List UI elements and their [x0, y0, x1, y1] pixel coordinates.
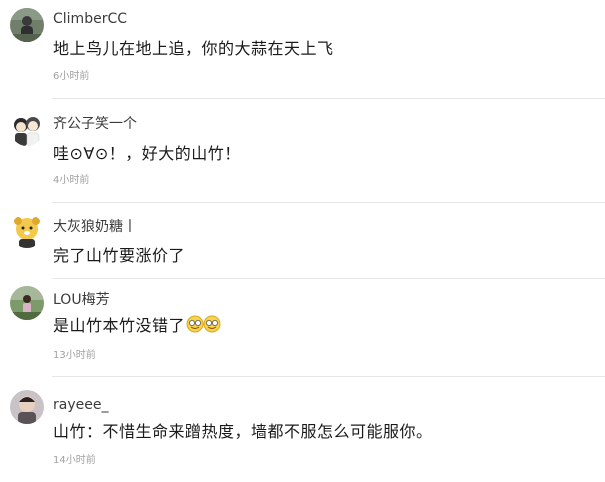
comment-time: 6小时前 — [53, 71, 90, 82]
divider — [52, 202, 605, 203]
laughing-face-emoji — [186, 315, 222, 339]
comment-text: 哇⊙∀⊙！，好大的山竹！ — [53, 144, 241, 163]
comment-text: 完了山竹要涨价了 — [53, 246, 186, 265]
username[interactable]: 大灰狼奶糖丨 — [53, 218, 137, 236]
username[interactable]: ClimberCC — [53, 10, 127, 28]
comment-time: 4小时前 — [53, 175, 90, 186]
person-photo-avatar — [10, 8, 44, 42]
comment-time: 13小时前 — [53, 350, 96, 361]
user-avatar[interactable] — [10, 112, 44, 146]
cartoon-couple-avatar — [10, 112, 44, 146]
comment-text: 地上鸟儿在地上追，你的大蒜在天上飞 — [53, 39, 334, 58]
outdoor-photo-avatar — [10, 286, 44, 320]
user-avatar[interactable] — [10, 390, 44, 424]
divider — [52, 376, 605, 377]
selfie-photo-avatar — [10, 390, 44, 424]
comment-text-body: 是山竹本竹没错了 — [53, 316, 186, 335]
user-avatar[interactable] — [10, 214, 44, 248]
username[interactable]: LOU梅芳 — [53, 291, 110, 309]
username[interactable]: 齐公子笑一个 — [53, 115, 137, 133]
divider — [52, 278, 605, 279]
user-avatar[interactable] — [10, 8, 44, 42]
comment-text: 山竹：不惜生命来蹭热度，墙都不服怎么可能服你。 — [53, 422, 433, 441]
cartoon-dog-avatar — [10, 214, 44, 248]
comment-text: 是山竹本竹没错了 — [53, 315, 222, 339]
divider — [52, 98, 605, 99]
user-avatar[interactable] — [10, 286, 44, 320]
comment-time: 14小时前 — [53, 455, 96, 466]
username[interactable]: rayeee_ — [53, 396, 108, 414]
